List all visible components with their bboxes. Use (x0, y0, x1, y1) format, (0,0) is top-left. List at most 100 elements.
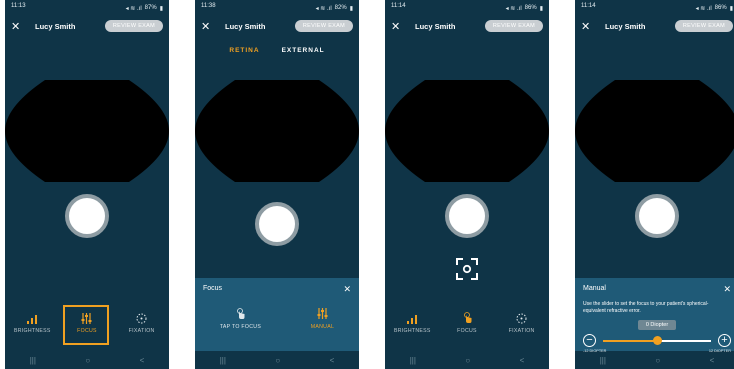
recent-apps-button[interactable]: ||| (220, 356, 226, 365)
brightness-label: BRIGHTNESS (13, 328, 51, 334)
android-nav-bar: ||| ○ < (195, 351, 359, 369)
camera-controls: BRIGHTNESS FOCUS FIXATION (385, 312, 549, 334)
top-bar: ✕ Lucy Smith REVIEW EXAM (11, 18, 163, 34)
phone-screen-focus-sheet: 11:38 ◂ ≋ .ıl 82% ▮ ✕ Lucy Smith REVIEW EX… (195, 0, 359, 369)
manual-description: Use the slider to set the focus to your … (583, 301, 709, 314)
signal-icons: ◂ ≋ .ıl (125, 5, 142, 12)
top-bar: ✕ Lucy Smith REVIEW EXAM (581, 18, 733, 34)
battery-level: 86% (524, 5, 537, 11)
fixation-label: FIXATION (508, 328, 535, 334)
close-icon[interactable]: ✕ (391, 20, 405, 33)
close-icon[interactable]: ✕ (11, 20, 25, 33)
back-button[interactable]: < (330, 356, 335, 365)
slider-thumb[interactable] (652, 336, 662, 345)
brightness-control[interactable]: BRIGHTNESS (392, 312, 432, 334)
review-exam-button[interactable]: REVIEW EXAM (104, 20, 163, 32)
capture-button[interactable] (65, 194, 109, 238)
fixation-label: FIXATION (128, 328, 155, 334)
tap-to-focus-option[interactable]: TAP TO FOCUS (220, 308, 261, 330)
tab-retina[interactable]: RETINA (229, 47, 259, 54)
android-nav-bar: ||| ○ < (575, 351, 734, 369)
focus-control[interactable]: FOCUS (447, 312, 487, 334)
focus-highlight-box (63, 305, 109, 345)
capture-button[interactable] (445, 194, 489, 238)
battery-level: 82% (334, 5, 347, 11)
battery-icon: ▮ (729, 5, 733, 12)
battery-icon: ▮ (539, 5, 543, 12)
retina-preview[interactable] (575, 72, 734, 190)
signal-bars-icon (12, 312, 52, 324)
home-button[interactable]: ○ (85, 356, 90, 365)
close-icon[interactable]: ✕ (343, 284, 351, 295)
battery-icon: ▮ (349, 5, 353, 12)
battery-level: 86% (714, 5, 727, 11)
home-button[interactable]: ○ (465, 356, 470, 365)
patient-name: Lucy Smith (605, 21, 646, 31)
increase-button[interactable]: + (718, 334, 731, 347)
home-button[interactable]: ○ (655, 356, 660, 365)
fixation-target-icon (502, 312, 542, 324)
battery-level: 87% (144, 5, 157, 11)
capture-button[interactable] (255, 202, 299, 246)
manual-label: MANUAL (310, 324, 335, 330)
focus-options: TAP TO FOCUS MANUAL (195, 308, 359, 330)
review-exam-button[interactable]: REVIEW EXAM (484, 20, 543, 32)
signal-icons: ◂ ≋ .ıl (315, 5, 332, 12)
patient-name: Lucy Smith (225, 21, 266, 31)
tap-to-focus-label: TAP TO FOCUS (219, 324, 262, 330)
sheet-title: Focus (203, 285, 223, 292)
brightness-label: BRIGHTNESS (393, 328, 431, 334)
android-nav-bar: ||| ○ < (5, 351, 169, 369)
status-bar: 11:14 ◂ ≋ .ıl 86% ▮ (581, 3, 733, 13)
review-exam-button[interactable]: REVIEW EXAM (294, 20, 353, 32)
phone-screen-brightness-focus-fixation: 11:13 ◂ ≋ .ıl 87% ▮ ✕ Lucy Smith REVIEW EX… (5, 0, 169, 369)
mode-tabs: RETINA EXTERNAL (195, 47, 359, 54)
tap-hand-icon (220, 308, 261, 320)
close-icon[interactable]: ✕ (581, 20, 595, 33)
sliders-icon (311, 308, 334, 320)
signal-icons: ◂ ≋ .ıl (505, 5, 522, 12)
home-button[interactable]: ○ (275, 356, 280, 365)
close-icon[interactable]: ✕ (723, 284, 731, 295)
recent-apps-button[interactable]: ||| (410, 356, 416, 365)
fixation-target-icon (122, 312, 162, 324)
diopter-slider[interactable]: − + (583, 334, 731, 348)
retina-preview[interactable] (195, 72, 359, 190)
back-button[interactable]: < (710, 356, 715, 365)
focus-sheet: Focus ✕ TAP TO FOCUS MANUAL (195, 278, 359, 351)
status-bar: 11:38 ◂ ≋ .ıl 82% ▮ (201, 3, 353, 13)
back-button[interactable]: < (520, 356, 525, 365)
battery-icon: ▮ (159, 5, 163, 12)
recent-apps-button[interactable]: ||| (600, 356, 606, 365)
retina-preview[interactable] (5, 72, 169, 190)
retina-preview[interactable] (385, 72, 549, 190)
signal-icons: ◂ ≋ .ıl (695, 5, 712, 12)
brightness-control[interactable]: BRIGHTNESS (12, 312, 52, 334)
top-bar: ✕ Lucy Smith REVIEW EXAM (391, 18, 543, 34)
focus-target-icon[interactable] (456, 258, 478, 280)
tap-hand-icon (447, 312, 487, 324)
top-bar: ✕ Lucy Smith REVIEW EXAM (201, 18, 353, 34)
decrease-button[interactable]: − (583, 334, 596, 347)
capture-button[interactable] (635, 194, 679, 238)
phone-screen-manual-focus: 11:14 ◂ ≋ .ıl 86% ▮ ✕ Lucy Smith REVIEW EX… (575, 0, 734, 369)
status-time: 11:38 (201, 3, 216, 9)
android-nav-bar: ||| ○ < (385, 351, 549, 369)
fixation-control[interactable]: FIXATION (502, 312, 542, 334)
diopter-tooltip: 0 Diopter (638, 320, 676, 330)
review-exam-button[interactable]: REVIEW EXAM (674, 20, 733, 32)
patient-name: Lucy Smith (415, 21, 456, 31)
status-bar: 11:14 ◂ ≋ .ıl 86% ▮ (391, 3, 543, 13)
slider-fill (603, 340, 657, 342)
recent-apps-button[interactable]: ||| (30, 356, 36, 365)
patient-name: Lucy Smith (35, 21, 76, 31)
focus-label: FOCUS (457, 328, 477, 334)
close-icon[interactable]: ✕ (201, 20, 215, 33)
phone-screen-tap-to-focus: 11:14 ◂ ≋ .ıl 86% ▮ ✕ Lucy Smith REVIEW EX… (385, 0, 549, 369)
tab-external[interactable]: EXTERNAL (282, 47, 325, 54)
fixation-control[interactable]: FIXATION (122, 312, 162, 334)
manual-option[interactable]: MANUAL (311, 308, 334, 330)
signal-bars-icon (392, 312, 432, 324)
status-time: 11:14 (581, 3, 596, 9)
back-button[interactable]: < (140, 356, 145, 365)
